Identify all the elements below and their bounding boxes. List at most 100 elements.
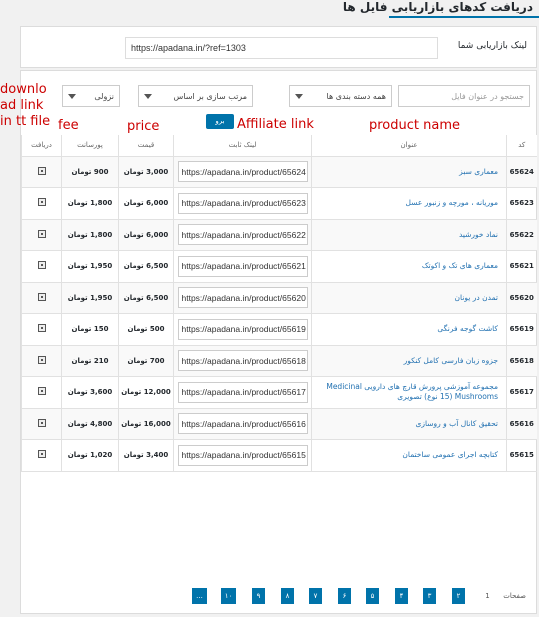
permalink-input[interactable] [177,413,308,435]
affiliate-label: لینک بازاریابی شما [457,41,527,51]
table-row: 3,600 تومان12,000 تومان مجموعه آموزشی پرو… [21,376,537,409]
annotation-download: downlo ad link in tt file [0,82,51,129]
download-icon[interactable] [37,387,46,396]
code-cell: 65623 [506,187,537,220]
link-cell [173,282,312,314]
title-link[interactable]: معماری سبز [311,156,507,188]
permalink-input[interactable] [177,444,308,466]
download-icon[interactable] [37,229,46,238]
permalink-input[interactable] [177,381,308,403]
pagination-page[interactable]: ۲ [452,588,465,604]
pagination-current: 1 [485,592,490,600]
price-cell: 6,000 تومان [118,187,174,220]
pagination-label: صفحات [503,592,526,600]
download-icon[interactable] [37,450,46,459]
fee-cell: 1,950 تومان [61,250,119,283]
pagination-page[interactable]: ۴ [395,588,408,604]
price-cell: 6,000 تومان [118,219,174,251]
pagination: صفحات 1 ۲ ۳ ۴ ۵ ۶ ۷ ۸ ۹ ۱۰... [21,588,536,610]
download-icon[interactable] [37,261,46,270]
table-row: 1,950 تومان6,500 تومان معماری های تک و اک… [21,250,537,283]
download-icon[interactable] [37,324,46,333]
header-price: قیمت [118,135,174,157]
fee-cell: 4,800 تومان [61,408,119,440]
category-select[interactable]: همه دسته بندی ها [289,85,392,107]
title-link[interactable]: نماد خورشید [311,219,507,251]
download-icon[interactable] [37,166,46,175]
download-cell[interactable] [21,156,62,188]
permalink-input[interactable] [177,161,308,183]
go-button[interactable]: برو [206,114,234,129]
fee-cell: 900 تومان [61,156,119,188]
page: دریافت کدهای بازاریابی فایل ها لینک بازا… [0,0,539,617]
title-link[interactable]: مجموعه آموزشی پرورش قارچ های دارویی Medi… [311,376,507,409]
download-icon[interactable] [37,355,46,364]
fee-cell: 1,800 تومان [61,219,119,251]
download-cell[interactable] [21,219,62,251]
title-link[interactable]: موریانه ، مورچه و زنبور عسل [311,187,507,220]
header-download: دریافت [21,135,62,157]
download-cell[interactable] [21,376,62,409]
permalink-input[interactable] [177,350,308,372]
affiliate-panel: لینک بازاریابی شما [20,26,537,68]
table-header-row: دریافت پورسانت قیمت لینک ثابت عنوان کد [21,135,537,157]
title-link[interactable]: کتابچه اجرای عمومی ساختمان [311,439,507,472]
pagination-page[interactable]: ۷ [309,588,322,604]
sort-select[interactable]: مرتب سازی بر اساس [138,85,253,107]
download-cell[interactable] [21,187,62,220]
table-row: 900 تومان3,000 تومان معماری سبز65624 [21,156,537,188]
price-cell: 500 تومان [118,313,174,346]
title-link[interactable]: کاشت گوجه فرنگی [311,313,507,346]
download-icon[interactable] [37,418,46,427]
download-cell[interactable] [21,345,62,377]
download-cell[interactable] [21,250,62,283]
search-input[interactable]: جستجو در عنوان فایل [398,85,530,107]
permalink-input[interactable] [177,224,308,246]
permalink-input[interactable] [177,287,308,309]
code-cell: 65616 [506,408,537,440]
download-cell[interactable] [21,282,62,314]
code-cell: 65619 [506,313,537,346]
price-cell: 700 تومان [118,345,174,377]
title-link[interactable]: تمدن در یونان [311,282,507,314]
download-cell[interactable] [21,313,62,346]
pagination-page[interactable]: ۵ [366,588,379,604]
download-icon[interactable] [37,292,46,301]
download-cell[interactable] [21,439,62,472]
fee-cell: 1,950 تومان [61,282,119,314]
permalink-input[interactable] [177,318,308,340]
title-link[interactable]: معماری های تک و اکوتک [311,250,507,283]
pagination-page[interactable]: ۸ [281,588,294,604]
order-select[interactable]: نزولی [62,85,120,107]
permalink-input[interactable] [177,255,308,277]
price-cell: 6,500 تومان [118,282,174,314]
code-cell: 65620 [506,282,537,314]
pagination-page[interactable]: ۳ [423,588,436,604]
table-row: 1,800 تومان6,000 تومان موریانه ، مورچه و … [21,187,537,220]
title-underline [389,16,539,18]
link-cell [173,219,312,251]
pagination-page[interactable]: ۹ [252,588,265,604]
annotation-fee: fee [58,118,79,133]
fee-cell: 1,800 تومان [61,187,119,220]
title-link[interactable]: جزوه زبان فارسی کامل کنکور [311,345,507,377]
pagination-page[interactable]: ... [192,588,207,604]
link-cell [173,187,312,220]
affiliate-link-input[interactable] [125,37,438,59]
download-cell[interactable] [21,408,62,440]
link-cell [173,408,312,440]
annotation-price: price [127,119,160,134]
fee-cell: 150 تومان [61,313,119,346]
link-cell [173,250,312,283]
annotation-affiliate: Affiliate link [237,117,314,132]
pagination-page[interactable]: ۶ [338,588,351,604]
header-code: کد [506,135,537,157]
price-cell: 6,500 تومان [118,250,174,283]
title-link[interactable]: تحقیق کانال آب و روسازی [311,408,507,440]
permalink-input[interactable] [177,192,308,214]
header-title: عنوان [311,135,507,157]
price-cell: 16,000 تومان [118,408,174,440]
pagination-page[interactable]: ۱۰ [221,588,236,604]
link-cell [173,313,312,346]
download-icon[interactable] [37,198,46,207]
